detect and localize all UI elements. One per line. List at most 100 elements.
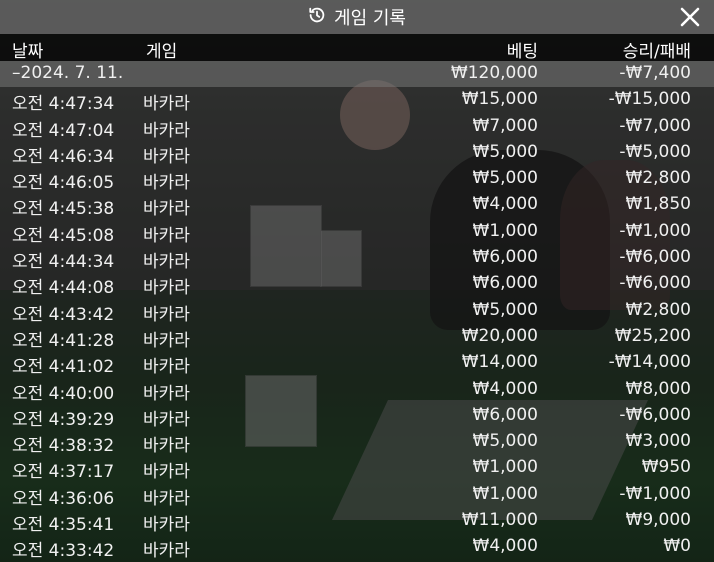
row-game: 바카라 (143, 515, 190, 536)
column-header-date: 날짜 (12, 42, 44, 62)
game-history-dialog: 게임 기록 날짜 게임 베팅 승리/패배 –2024. 7. 11. ₩120,… (0, 0, 714, 562)
table-row[interactable]: 오전 4:43:42 바카라 ₩5,000 ₩2,800 (0, 298, 714, 325)
row-result: ₩0 (663, 536, 691, 557)
row-time: 오전 4:35:41 (12, 515, 115, 536)
row-time: 오전 4:45:38 (12, 199, 115, 220)
row-time: 오전 4:43:42 (12, 304, 115, 325)
row-bet: ₩15,000 (461, 89, 538, 110)
table-row[interactable]: 오전 4:33:42 바카라 ₩4,000 ₩0 (0, 534, 714, 562)
dialog-title: 게임 기록 (334, 8, 406, 29)
row-game: 바카라 (143, 330, 190, 351)
row-result: -₩14,000 (608, 352, 691, 373)
row-time: 오전 4:44:08 (12, 278, 115, 299)
row-result: ₩25,200 (614, 325, 691, 346)
row-result: ₩2,800 (625, 299, 691, 320)
table-row[interactable]: 오전 4:37:17 바카라 ₩1,000 ₩950 (0, 455, 714, 483)
row-result: -₩7,000 (619, 115, 691, 136)
row-time: 오전 4:37:17 (12, 462, 115, 483)
dialog-titlebar: 게임 기록 (0, 0, 714, 34)
history-icon (308, 6, 326, 29)
row-game: 바카라 (143, 278, 190, 299)
row-bet: ₩4,000 (472, 536, 538, 557)
column-header-result: 승리/패배 (622, 42, 691, 62)
row-bet: ₩6,000 (472, 247, 538, 268)
table-row[interactable]: 오전 4:47:34 바카라 ₩15,000 -₩15,000 (0, 87, 714, 115)
row-time: 오전 4:46:34 (12, 146, 115, 167)
row-game: 바카라 (143, 146, 190, 167)
row-game: 바카라 (143, 541, 190, 562)
table-row[interactable]: 오전 4:47:04 바카라 ₩7,000 -₩7,000 (0, 114, 714, 141)
column-header-game: 게임 (146, 42, 178, 62)
row-time: 오전 4:40:00 (12, 383, 115, 404)
row-result: -₩5,000 (619, 141, 691, 162)
table-row[interactable]: 오전 4:45:08 바카라 ₩1,000 -₩1,000 (0, 219, 714, 246)
row-bet: ₩1,000 (472, 457, 538, 478)
table-row[interactable]: 오전 4:36:06 바카라 ₩1,000 -₩1,000 (0, 482, 714, 509)
row-result: ₩3,000 (625, 431, 691, 452)
row-result: ₩9,000 (625, 510, 691, 531)
row-time: 오전 4:44:34 (12, 252, 115, 273)
row-result: -₩6,000 (619, 247, 691, 268)
table-row[interactable]: 오전 4:45:38 바카라 ₩4,000 ₩1,850 (0, 192, 714, 220)
table-row[interactable]: 오전 4:46:34 바카라 ₩5,000 -₩5,000 (0, 140, 714, 167)
close-button[interactable] (678, 5, 702, 29)
row-game: 바카라 (143, 173, 190, 194)
day-date: –2024. 7. 11. (12, 63, 124, 83)
row-game: 바카라 (143, 409, 190, 430)
row-bet: ₩5,000 (472, 141, 538, 162)
table-row[interactable]: 오전 4:46:05 바카라 ₩5,000 ₩2,800 (0, 166, 714, 194)
row-bet: ₩1,000 (472, 220, 538, 241)
row-game: 바카라 (143, 462, 190, 483)
table-header: 날짜 게임 베팅 승리/패배 (0, 34, 714, 62)
row-bet: ₩5,000 (472, 299, 538, 320)
row-result: ₩8,000 (625, 378, 691, 399)
row-game: 바카라 (143, 252, 190, 273)
row-bet: ₩14,000 (461, 352, 538, 373)
table-row[interactable]: 오전 4:44:08 바카라 ₩6,000 -₩6,000 (0, 271, 714, 299)
day-bet-total: ₩120,000 (450, 63, 538, 83)
row-time: 오전 4:41:02 (12, 357, 115, 378)
row-time: 오전 4:47:04 (12, 120, 115, 141)
row-game: 바카라 (143, 383, 190, 404)
row-bet: ₩4,000 (472, 194, 538, 215)
row-result: -₩15,000 (608, 89, 691, 110)
column-header-bet: 베팅 (506, 42, 538, 62)
row-result: ₩2,800 (625, 168, 691, 189)
row-bet: ₩4,000 (472, 378, 538, 399)
day-result-total: -₩7,400 (619, 63, 691, 83)
table-row[interactable]: 오전 4:35:41 바카라 ₩11,000 ₩9,000 (0, 508, 714, 536)
history-list: –2024. 7. 11. ₩120,000 -₩7,400 오전 4:47:3… (0, 61, 714, 561)
row-game: 바카라 (143, 199, 190, 220)
row-result: -₩6,000 (619, 273, 691, 294)
row-time: 오전 4:36:06 (12, 488, 115, 509)
row-time: 오전 4:41:28 (12, 330, 115, 351)
row-bet: ₩6,000 (472, 404, 538, 425)
row-bet: ₩11,000 (461, 510, 538, 531)
table-row[interactable]: 오전 4:41:02 바카라 ₩14,000 -₩14,000 (0, 350, 714, 378)
table-row[interactable]: 오전 4:39:29 바카라 ₩6,000 -₩6,000 (0, 403, 714, 430)
table-row[interactable]: 오전 4:38:32 바카라 ₩5,000 ₩3,000 (0, 429, 714, 457)
close-icon (680, 7, 700, 27)
row-time: 오전 4:39:29 (12, 409, 115, 430)
row-result: ₩1,850 (625, 194, 691, 215)
row-result: -₩1,000 (619, 220, 691, 241)
row-game: 바카라 (143, 120, 190, 141)
row-time: 오전 4:47:34 (12, 94, 115, 115)
row-game: 바카라 (143, 304, 190, 325)
row-result: -₩1,000 (619, 483, 691, 504)
day-summary-row[interactable]: –2024. 7. 11. ₩120,000 -₩7,400 (0, 61, 714, 88)
row-result: -₩6,000 (619, 404, 691, 425)
table-row[interactable]: 오전 4:44:34 바카라 ₩6,000 -₩6,000 (0, 245, 714, 273)
row-bet: ₩6,000 (472, 273, 538, 294)
row-game: 바카라 (143, 357, 190, 378)
row-time: 오전 4:45:08 (12, 225, 115, 246)
table-row[interactable]: 오전 4:41:28 바카라 ₩20,000 ₩25,200 (0, 324, 714, 351)
row-game: 바카라 (143, 436, 190, 457)
row-game: 바카라 (143, 94, 190, 115)
row-game: 바카라 (143, 225, 190, 246)
row-bet: ₩20,000 (461, 325, 538, 346)
row-time: 오전 4:38:32 (12, 436, 115, 457)
row-time: 오전 4:46:05 (12, 173, 115, 194)
table-row[interactable]: 오전 4:40:00 바카라 ₩4,000 ₩8,000 (0, 377, 714, 404)
row-bet: ₩5,000 (472, 431, 538, 452)
